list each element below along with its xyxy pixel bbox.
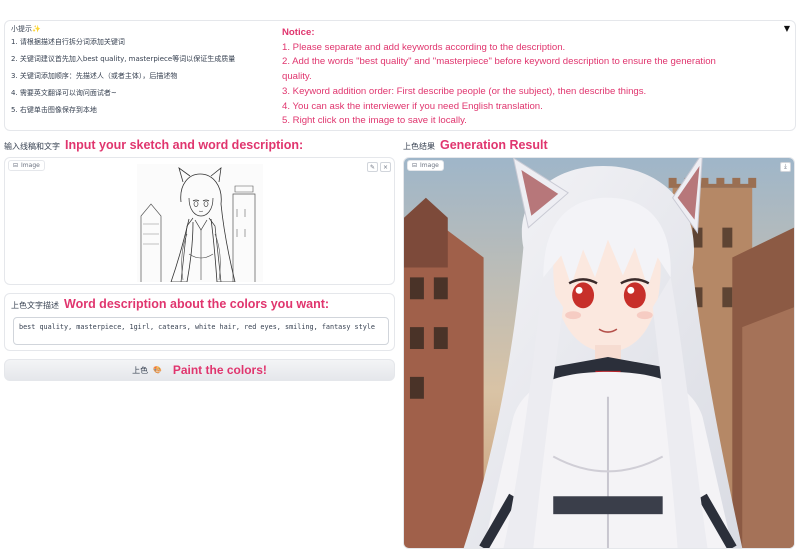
sketch-image <box>137 164 263 282</box>
image-tag: ⊟ Image <box>8 160 45 171</box>
tips-en-item: 4. You can ask the interviewer if you ne… <box>282 100 543 112</box>
description-label-en: Word description about the colors you wa… <box>64 297 330 311</box>
description-section-label: 上色文字描述 Word description about the colors… <box>11 297 329 311</box>
input-section-label: 输入线稿和文字 Input your sketch and word descr… <box>4 138 303 152</box>
tips-chinese: 小提示✨ 1. 请根据描述自行拆分词添加关键词 2. 关键词建议首先加入best… <box>11 26 279 124</box>
paint-button-label-en: Paint the colors! <box>172 363 267 377</box>
edit-icon[interactable]: ✎ <box>367 162 378 172</box>
description-label-cn: 上色文字描述 <box>11 301 59 310</box>
tips-english: Notice: 1. Please separate and add keywo… <box>282 26 732 129</box>
tips-en-title: Notice: <box>282 27 315 38</box>
paint-button[interactable]: 上色 🎨 Paint the colors! <box>4 359 395 381</box>
tips-cn-item: 4. 需要英文翻译可以询问面试者~ <box>11 89 117 97</box>
tips-en-item: 3. Keyword addition order: First describ… <box>282 85 647 97</box>
output-label-en: Generation Result <box>440 138 548 152</box>
collapse-arrow-icon[interactable]: ▼ <box>784 24 790 33</box>
sketch-image-block[interactable]: ⊟ Image ✎ × <box>4 157 395 285</box>
output-label-cn: 上色结果 <box>403 142 435 151</box>
tips-cn-item: 1. 请根据描述自行拆分词添加关键词 <box>11 38 125 46</box>
input-label-cn: 输入线稿和文字 <box>4 142 60 151</box>
description-textarea[interactable]: best quality, masterpiece, 1girl, catear… <box>13 317 389 345</box>
image-icon: ⊟ <box>412 162 418 169</box>
description-block: 上色文字描述 Word description about the colors… <box>4 293 395 351</box>
paint-button-label-cn: 上色 <box>132 365 149 375</box>
result-image-block[interactable]: ⊟ Image ⤓ <box>403 157 795 549</box>
image-tag-label: Image <box>21 162 40 169</box>
download-icon[interactable]: ⤓ <box>780 162 791 172</box>
clear-icon[interactable]: × <box>380 162 391 172</box>
tips-en-item: 5. Right click on the image to save it l… <box>282 115 467 127</box>
tips-cn-item: 3. 关键词添加顺序：先描述人（或者主体），后描述物 <box>11 72 178 80</box>
image-tag: ⊟ Image <box>407 160 444 171</box>
tips-cn-item: 5. 右键单击图像保存到本地 <box>11 106 97 114</box>
image-icon: ⊟ <box>13 162 19 169</box>
input-label-en: Input your sketch and word description: <box>65 138 304 152</box>
image-tag-label: Image <box>420 162 439 169</box>
palette-icon: 🎨 <box>153 366 162 374</box>
tips-en-item: 1. Please separate and add keywords acco… <box>282 41 566 53</box>
result-image <box>404 158 794 548</box>
output-section-label: 上色结果 Generation Result <box>403 138 548 152</box>
tips-en-item: 2. Add the words "best quality" and "mas… <box>282 56 716 83</box>
tips-panel: 小提示✨ 1. 请根据描述自行拆分词添加关键词 2. 关键词建议首先加入best… <box>4 20 796 131</box>
tips-cn-item: 2. 关键词建议首先加入best quality, masterpiece等词以… <box>11 55 236 63</box>
tips-cn-title: 小提示✨ <box>11 25 41 33</box>
